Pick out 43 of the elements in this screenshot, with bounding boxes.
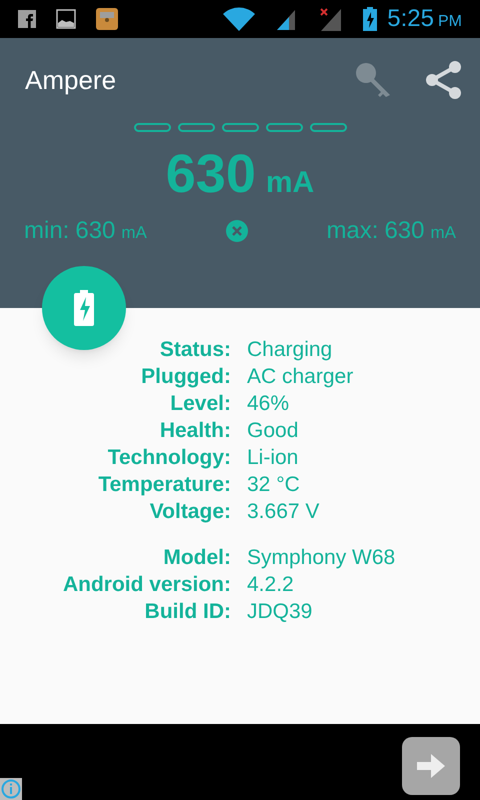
info-label: Technology: bbox=[106, 444, 231, 471]
clock-time: 5:25 bbox=[387, 4, 434, 34]
info-value: JDQ39 bbox=[247, 598, 312, 625]
reset-icon[interactable] bbox=[224, 219, 249, 243]
image-icon bbox=[56, 9, 76, 29]
arrow-icon bbox=[417, 754, 445, 778]
current-unit: mA bbox=[266, 165, 314, 201]
max-value: 630 bbox=[384, 216, 424, 246]
min-unit: mA bbox=[121, 222, 147, 244]
info-value: Li-ion bbox=[247, 444, 298, 471]
no-signal-icon bbox=[319, 7, 344, 31]
wifi-icon bbox=[223, 7, 256, 31]
info-value: Good bbox=[247, 418, 298, 444]
app-icon bbox=[96, 8, 118, 30]
info-value: AC charger bbox=[247, 364, 354, 390]
next-button[interactable] bbox=[402, 737, 460, 795]
info-value: 3.667 V bbox=[247, 498, 320, 525]
info-label: Voltage: bbox=[148, 498, 231, 525]
info-icon bbox=[1, 779, 21, 799]
min-value: 630 bbox=[75, 216, 116, 246]
battery-charging-icon bbox=[363, 7, 378, 31]
facebook-icon bbox=[18, 10, 36, 28]
info-label: Plugged: bbox=[140, 364, 231, 390]
clock-ampm: PM bbox=[438, 12, 462, 32]
info-label: Android version: bbox=[62, 572, 231, 598]
max-unit: mA bbox=[430, 222, 456, 244]
share-icon[interactable] bbox=[424, 60, 462, 100]
current-value: 630 bbox=[166, 143, 256, 206]
info-label: Health: bbox=[158, 418, 231, 444]
battery-charging-icon bbox=[74, 290, 94, 326]
info-value: Symphony W68 bbox=[247, 544, 396, 571]
info-label: Temperature: bbox=[97, 472, 231, 498]
info-value: 46% bbox=[247, 390, 290, 417]
info-value: 4.2.2 bbox=[247, 572, 294, 598]
info-value: 32 °C bbox=[247, 472, 300, 498]
app-title: Ampere bbox=[25, 64, 118, 96]
info-label: Status: bbox=[158, 336, 231, 363]
min-label: min: bbox=[24, 216, 70, 246]
info-value: Charging bbox=[247, 336, 332, 363]
info-label: Level: bbox=[169, 390, 231, 417]
info-label: Model: bbox=[162, 544, 231, 571]
info-label: Build ID: bbox=[144, 598, 231, 625]
max-label: max: bbox=[326, 216, 378, 246]
